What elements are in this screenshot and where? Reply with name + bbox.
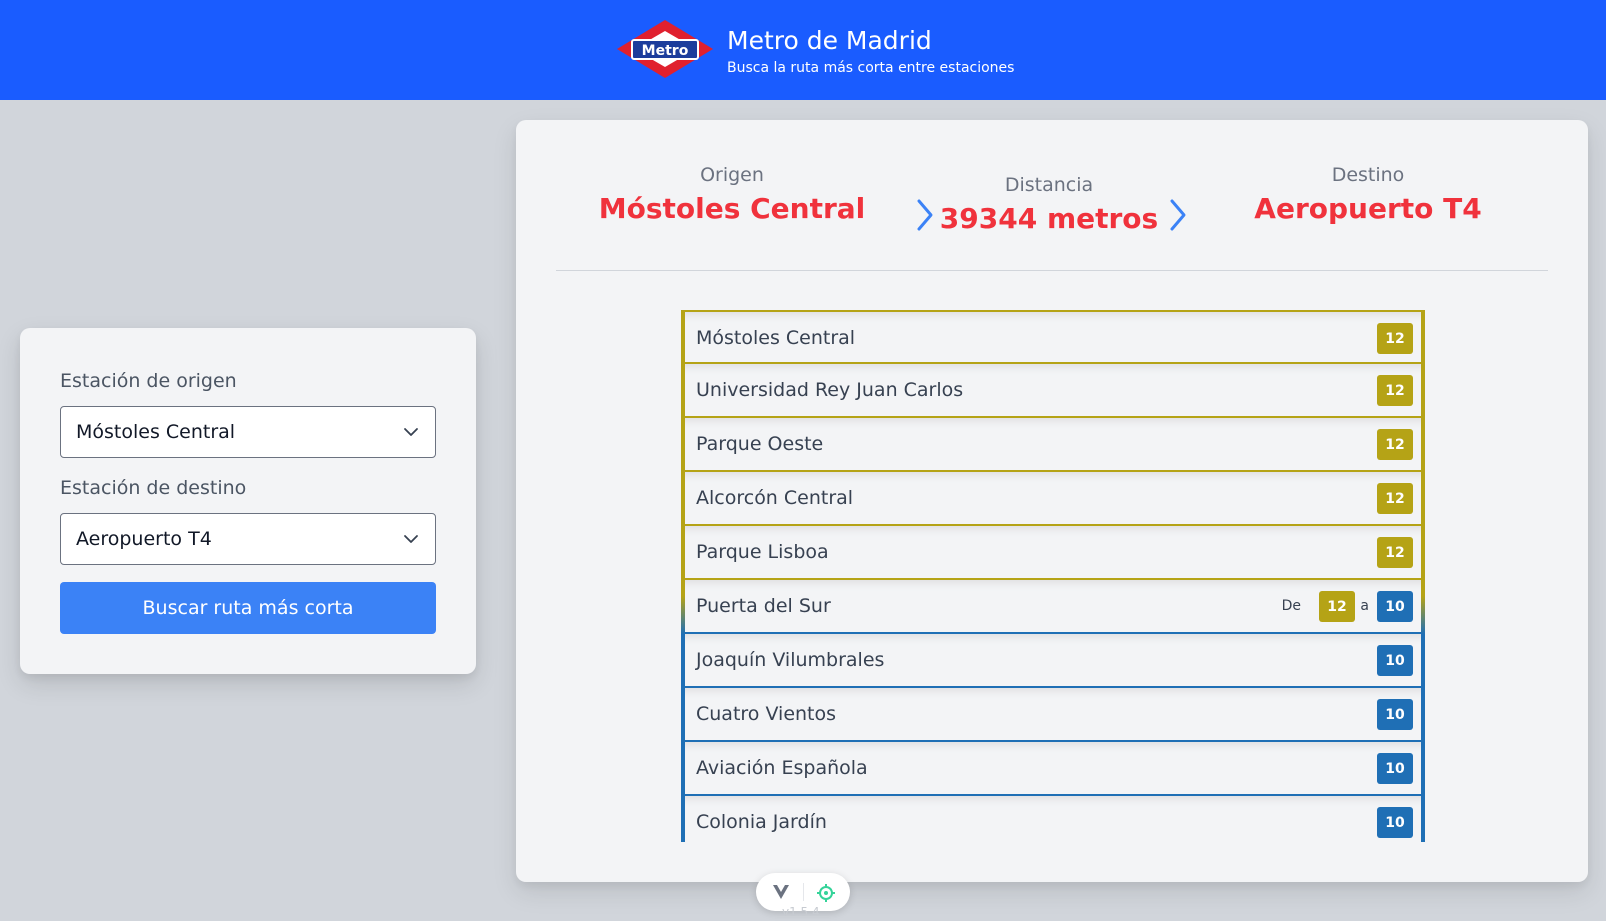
chevron-down-icon <box>404 535 418 543</box>
destination-select-value: Aeropuerto T4 <box>76 528 212 550</box>
line-badge: 10 <box>1377 753 1413 784</box>
route-station-list[interactable]: Móstoles Central 12 Universidad Rey Juan… <box>681 310 1425 842</box>
station-name: Móstoles Central <box>696 327 856 349</box>
line-badge: 12 <box>1377 375 1413 406</box>
app-title: Metro de Madrid <box>727 26 932 55</box>
result-panel: Origen Móstoles Central Distancia 39344 … <box>516 120 1588 882</box>
summary-distance: Distancia 39344 metros <box>899 174 1199 235</box>
toolbar-separator <box>803 883 804 901</box>
station-name: Aviación Española <box>696 757 868 779</box>
station-name: Parque Lisboa <box>696 541 829 563</box>
summary-distance-label: Distancia <box>1004 174 1094 196</box>
list-item: Cuatro Vientos 10 <box>681 688 1425 742</box>
vue-icon[interactable] <box>772 884 790 900</box>
list-item: Colonia Jardín 10 <box>681 796 1425 842</box>
list-item: Móstoles Central 12 <box>681 310 1425 364</box>
chevron-down-icon <box>404 428 418 436</box>
summary-origin: Origen Móstoles Central <box>582 164 882 225</box>
line-badge: 10 <box>1377 645 1413 676</box>
station-name: Alcorcón Central <box>696 487 854 509</box>
destination-label: Estación de destino <box>60 477 247 499</box>
line-badge: 12 <box>1377 537 1413 568</box>
chevron-right-icon <box>1170 199 1186 231</box>
station-name: Parque Oeste <box>696 433 824 455</box>
station-name: Universidad Rey Juan Carlos <box>696 379 964 401</box>
summary-origin-label: Origen <box>700 164 764 186</box>
list-item: Alcorcón Central 12 <box>681 472 1425 526</box>
origin-select[interactable]: Móstoles Central <box>60 406 436 458</box>
station-name: Puerta del Sur <box>696 595 831 617</box>
line-badge: 10 <box>1377 807 1413 838</box>
line-badge: 10 <box>1377 699 1413 730</box>
list-item: Joaquín Vilumbrales 10 <box>681 634 1425 688</box>
station-name: Joaquín Vilumbrales <box>696 649 885 671</box>
app-header: Metro Metro de Madrid Busca la ruta más … <box>0 0 1606 100</box>
list-item-transfer: Puerta del Sur De 12 a 10 <box>681 580 1425 634</box>
logo-text: Metro <box>642 43 689 59</box>
divider <box>556 270 1548 271</box>
destination-select[interactable]: Aeropuerto T4 <box>60 513 436 565</box>
list-item: Aviación Española 10 <box>681 742 1425 796</box>
metro-logo: Metro <box>617 20 713 78</box>
devtools-version: v1.5.4 <box>782 905 820 919</box>
summary-destination: Destino Aeropuerto T4 <box>1218 164 1518 225</box>
list-item: Universidad Rey Juan Carlos 12 <box>681 364 1425 418</box>
line-badge: 12 <box>1377 483 1413 514</box>
list-item: Parque Lisboa 12 <box>681 526 1425 580</box>
app-subtitle: Busca la ruta más corta entre estaciones <box>727 60 1015 76</box>
summary-destination-value: Aeropuerto T4 <box>1254 192 1482 225</box>
crosshair-icon[interactable] <box>816 883 836 903</box>
station-name: Cuatro Vientos <box>696 703 837 725</box>
origin-label: Estación de origen <box>60 370 237 392</box>
summary-destination-label: Destino <box>1331 164 1405 186</box>
line-badge: 12 <box>1377 429 1413 460</box>
search-route-button[interactable]: Buscar ruta más corta <box>60 582 436 634</box>
summary-distance-value: 39344 metros <box>939 202 1159 235</box>
line-badge: 12 <box>1377 323 1413 354</box>
transfer-to-label: a <box>1360 598 1369 614</box>
origin-select-value: Móstoles Central <box>76 421 236 443</box>
line-badge-from: 12 <box>1319 591 1355 622</box>
line-badge-to: 10 <box>1377 591 1413 622</box>
list-item: Parque Oeste 12 <box>681 418 1425 472</box>
station-name: Colonia Jardín <box>696 811 827 833</box>
search-panel: Estación de origen Móstoles Central Esta… <box>20 328 476 674</box>
summary-origin-value: Móstoles Central <box>598 192 866 225</box>
transfer-from-label: De <box>1281 598 1301 614</box>
